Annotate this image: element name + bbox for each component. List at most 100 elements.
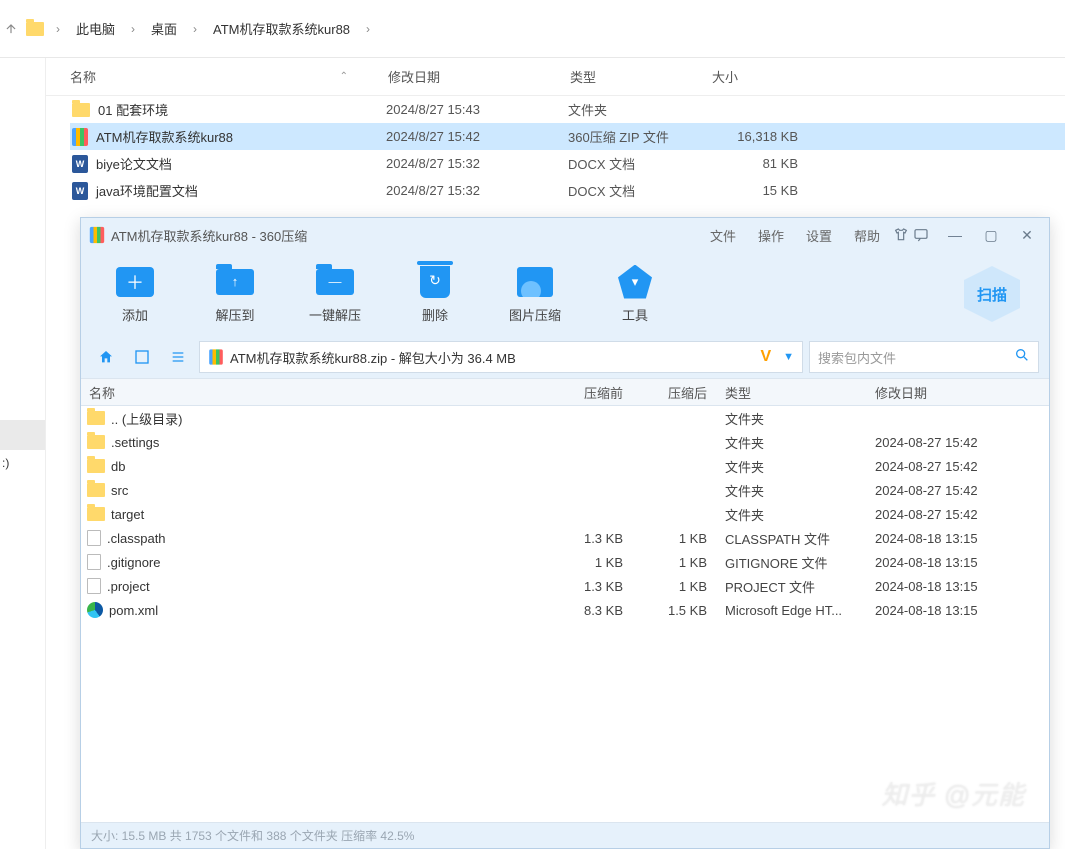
dropdown-icon[interactable]: ▼ [783, 351, 794, 363]
toolbar-tools-label: 工具 [622, 305, 648, 324]
zip-file-name: pom.xml [109, 603, 158, 618]
trash-icon [420, 266, 450, 298]
file-date: 2024/8/27 15:42 [386, 129, 568, 144]
toolbar-add[interactable]: ＋ 添加 [99, 265, 171, 324]
breadcrumb-desktop[interactable]: 桌面 [147, 15, 181, 42]
feedback-icon[interactable] [911, 225, 931, 245]
zip-statusbar: 大小: 15.5 MB 共 1753 个文件和 388 个文件夹 压缩率 42.… [81, 822, 1049, 848]
toolbar-add-label: 添加 [122, 305, 148, 324]
zip-file-type: GITIGNORE 文件 [721, 553, 871, 572]
menu-help[interactable]: 帮助 [843, 222, 891, 249]
close-button[interactable]: ✕ [1013, 225, 1041, 245]
explorer-file-row[interactable]: ATM机存取款系统kur882024/8/27 15:42360压缩 ZIP 文… [70, 123, 1065, 150]
zip-file-row[interactable]: .gitignore1 KB1 KBGITIGNORE 文件2024-08-18… [81, 550, 1049, 574]
zip-window: ATM机存取款系统kur88 - 360压缩 文件 操作 设置 帮助 — ▢ ✕… [80, 217, 1050, 849]
skin-icon[interactable] [891, 225, 911, 245]
zip-file-name: .settings [111, 435, 159, 450]
toolbar-img-compress[interactable]: 图片压缩 [499, 265, 571, 324]
file-icon [87, 578, 101, 594]
zip-path-input-wrap[interactable]: ATM机存取款系统kur88.zip - 解包大小为 36.4 MB V ▼ [199, 341, 803, 373]
zip-file-name: .classpath [107, 531, 166, 546]
folder-icon [87, 483, 105, 497]
zip-titlebar[interactable]: ATM机存取款系统kur88 - 360压缩 文件 操作 设置 帮助 — ▢ ✕ [81, 218, 1049, 252]
add-icon: ＋ [116, 267, 154, 297]
file-date: 2024/8/27 15:43 [386, 102, 568, 117]
menu-file[interactable]: 文件 [699, 222, 747, 249]
col-name-header[interactable]: 名称 [70, 67, 96, 86]
zip-toolbar: ＋ 添加 ↑ 解压到 — 一键解压 删除 图片压缩 ▾ 工具 扫描 [81, 252, 1049, 336]
zip-file-row[interactable]: .settings文件夹2024-08-27 15:42 [81, 430, 1049, 454]
file-type: DOCX 文档 [568, 154, 710, 173]
zip-file-row[interactable]: .project1.3 KB1 KBPROJECT 文件2024-08-18 1… [81, 574, 1049, 598]
toolbar-img-compress-label: 图片压缩 [509, 305, 561, 324]
toolbar-one-click[interactable]: — 一键解压 [299, 265, 371, 324]
view-grid-button[interactable] [127, 342, 157, 372]
minimize-button[interactable]: — [941, 225, 969, 245]
col-size-header[interactable]: 大小 [712, 70, 738, 85]
zip-size-post: 1.5 KB [631, 603, 721, 618]
breadcrumb-this-pc[interactable]: 此电脑 [72, 15, 119, 42]
zip-file-date: 2024-08-27 15:42 [871, 435, 1011, 450]
menu-settings[interactable]: 设置 [795, 222, 843, 249]
file-date: 2024/8/27 15:32 [386, 156, 568, 171]
zip-status-text: 大小: 15.5 MB 共 1753 个文件和 388 个文件夹 压缩率 42.… [91, 827, 414, 844]
chevron-right-icon: › [50, 22, 66, 36]
zip-icon [72, 128, 88, 146]
explorer-file-row[interactable]: Wjava环境配置文档2024/8/27 15:32DOCX 文档15 KB [70, 177, 1065, 204]
up-button[interactable] [2, 14, 20, 44]
breadcrumb-root-icon[interactable] [26, 22, 44, 36]
zip-size-pre: 1.3 KB [543, 579, 631, 594]
zip-file-name: .project [107, 579, 150, 594]
zip-file-list: .. (上级目录)文件夹.settings文件夹2024-08-27 15:42… [81, 406, 1049, 822]
chevron-right-icon: › [125, 22, 141, 36]
explorer-addressbar: › 此电脑 › 桌面 › ATM机存取款系统kur88 › [0, 0, 1065, 58]
breadcrumb-folder[interactable]: ATM机存取款系统kur88 [209, 15, 354, 42]
zip-file-date: 2024-08-27 15:42 [871, 507, 1011, 522]
col-type-header[interactable]: 类型 [570, 70, 596, 85]
zh-type[interactable]: 类型 [725, 386, 751, 401]
zh-name[interactable]: 名称 [89, 386, 115, 401]
zip-file-row[interactable]: pom.xml8.3 KB1.5 KBMicrosoft Edge HT...2… [81, 598, 1049, 622]
zh-post[interactable]: 压缩后 [668, 386, 707, 401]
toolbar-delete[interactable]: 删除 [399, 265, 471, 324]
zip-search-input[interactable]: 搜索包内文件 [809, 341, 1039, 373]
nav-home-button[interactable] [91, 342, 121, 372]
zip-file-date: 2024-08-18 13:15 [871, 579, 1011, 594]
zip-file-row[interactable]: .classpath1.3 KB1 KBCLASSPATH 文件2024-08-… [81, 526, 1049, 550]
zip-file-type: 文件夹 [721, 505, 871, 524]
zip-file-row[interactable]: src文件夹2024-08-27 15:42 [81, 478, 1049, 502]
zip-file-row[interactable]: target文件夹2024-08-27 15:42 [81, 502, 1049, 526]
zip-app-icon [90, 227, 104, 243]
edge-icon [87, 602, 103, 618]
explorer-file-row[interactable]: 01 配套环境2024/8/27 15:43文件夹 [70, 96, 1065, 123]
file-size: 16,318 KB [710, 129, 804, 144]
menu-operate[interactable]: 操作 [747, 222, 795, 249]
file-type: 文件夹 [568, 100, 710, 119]
toolbar-extract-to[interactable]: ↑ 解压到 [199, 265, 271, 324]
toolbar-extract-to-label: 解压到 [215, 305, 254, 324]
zip-size-pre: 8.3 KB [543, 603, 631, 618]
zip-file-row[interactable]: .. (上级目录)文件夹 [81, 406, 1049, 430]
view-list-button[interactable] [163, 342, 193, 372]
file-type: 360压缩 ZIP 文件 [568, 127, 710, 146]
toolbar-tools[interactable]: ▾ 工具 [599, 265, 671, 324]
maximize-button[interactable]: ▢ [977, 225, 1005, 245]
one-click-icon: — [316, 269, 354, 295]
scan-badge[interactable]: 扫描 [953, 263, 1031, 325]
vip-badge-icon[interactable]: V [754, 348, 777, 366]
col-date-header[interactable]: 修改日期 [388, 70, 440, 85]
toolbar-delete-label: 删除 [422, 305, 448, 324]
file-icon [87, 554, 101, 570]
explorer-file-row[interactable]: Wbiye论文文档2024/8/27 15:32DOCX 文档81 KB [70, 150, 1065, 177]
scan-label: 扫描 [977, 284, 1007, 305]
zip-file-row[interactable]: db文件夹2024-08-27 15:42 [81, 454, 1049, 478]
chevron-right-icon: › [360, 22, 376, 36]
zh-date[interactable]: 修改日期 [875, 386, 927, 401]
tools-icon: ▾ [618, 265, 652, 299]
docx-icon: W [72, 155, 88, 173]
folder-icon [87, 507, 105, 521]
zh-pre[interactable]: 压缩前 [584, 386, 623, 401]
extract-icon: ↑ [216, 269, 254, 295]
search-icon[interactable] [1014, 347, 1030, 368]
zip-path-text: ATM机存取款系统kur88.zip - 解包大小为 36.4 MB [230, 348, 516, 367]
